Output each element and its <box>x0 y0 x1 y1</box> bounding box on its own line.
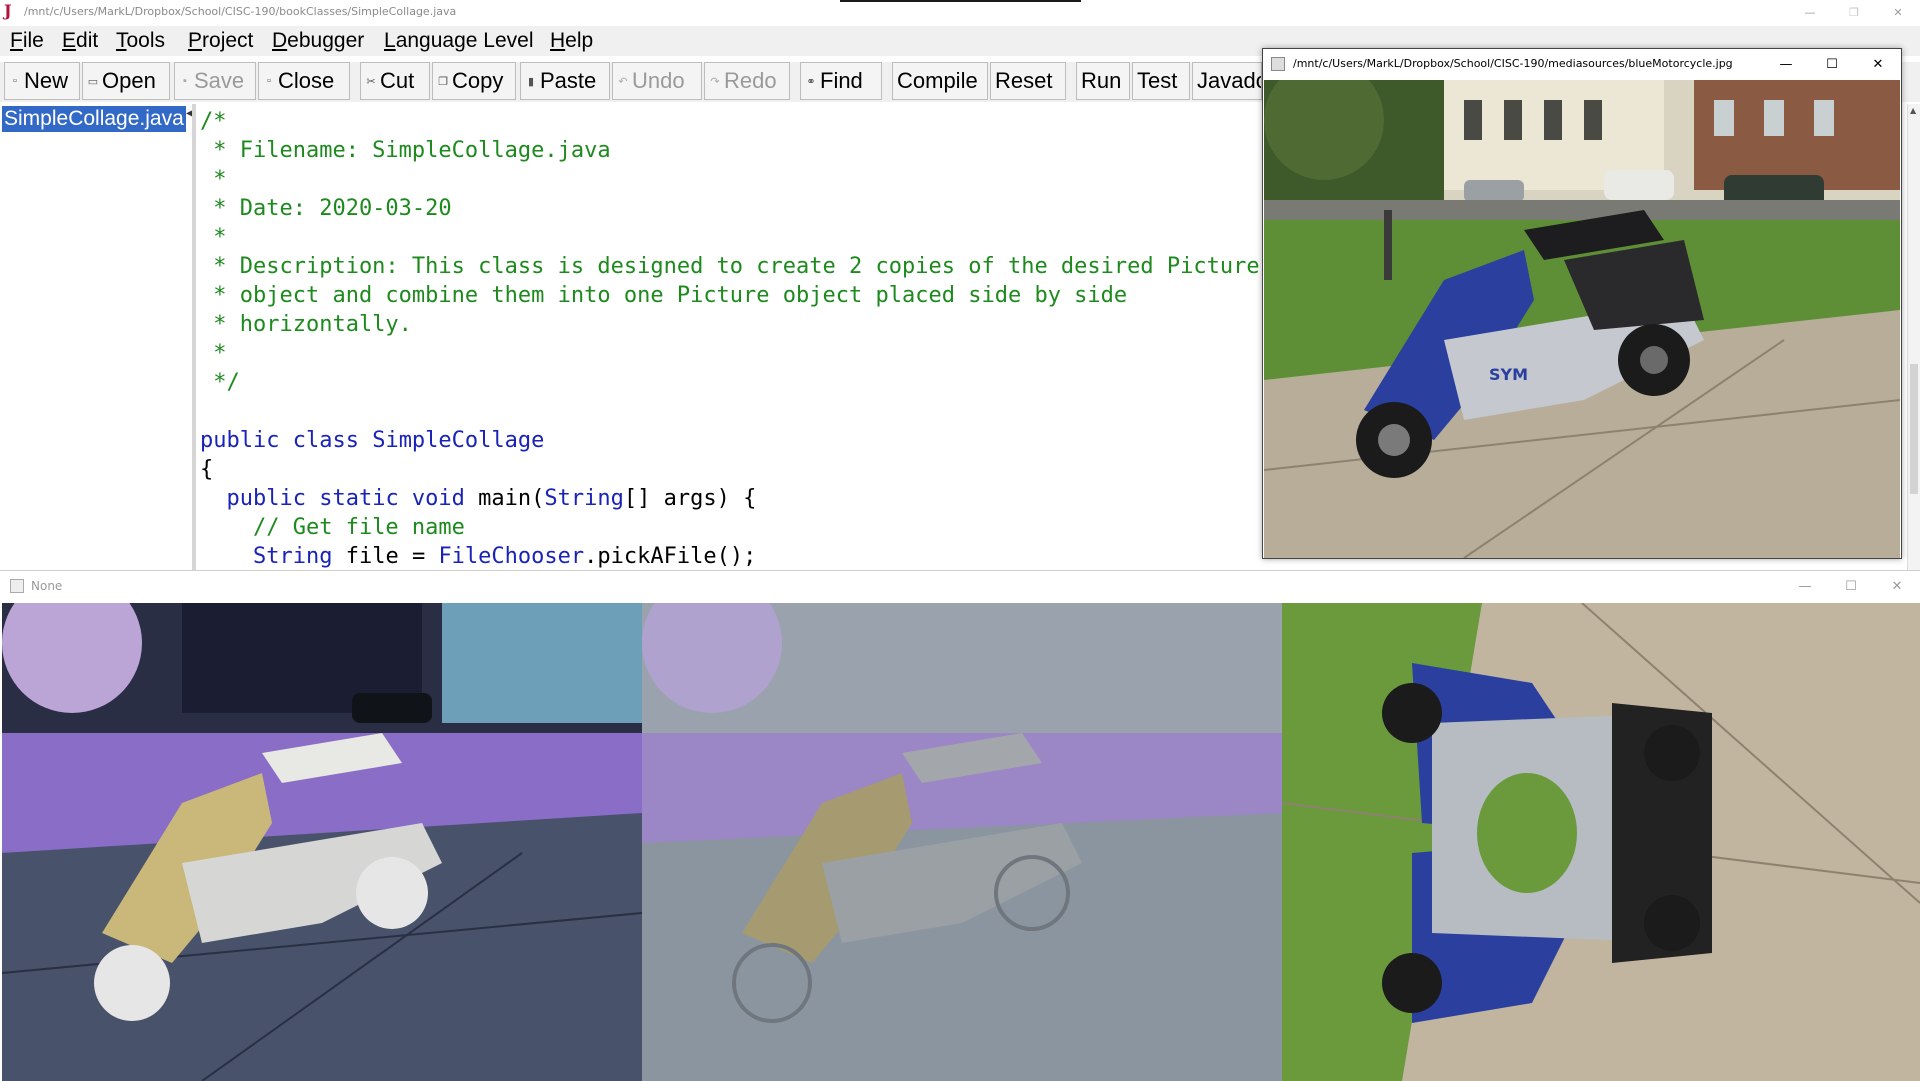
collage-maximize-button[interactable]: ☐ <box>1828 571 1874 601</box>
menu-edit[interactable]: Edit <box>62 29 98 53</box>
minimize-button[interactable]: — <box>1788 0 1832 24</box>
image-viewer-window: /mnt/c/Users/MarkL/Dropbox/School/CISC-1… <box>1262 48 1902 559</box>
close-file-icon: ▫ <box>267 75 271 87</box>
document-list: SimpleCollage.java <box>0 104 193 570</box>
copy-button[interactable]: ❐ Copy <box>432 62 516 100</box>
code-line: public static void main(String[] args) { <box>226 486 757 511</box>
scroll-up-icon[interactable]: ▲ <box>1910 106 1916 115</box>
restore-button[interactable]: ❐ <box>1832 0 1876 24</box>
cut-button[interactable]: ✂ Cut <box>360 62 430 100</box>
run-button[interactable]: Run <box>1076 62 1130 100</box>
code-line: */ <box>200 370 240 395</box>
menu-file[interactable]: File <box>10 29 44 53</box>
code-line: * <box>200 167 227 192</box>
open-button[interactable]: ▭ Open <box>82 62 170 100</box>
code-line: String file = FileChooser.pickAFile(); <box>252 544 757 569</box>
collage-titlebar: None — ☐ ✕ <box>0 571 1920 601</box>
open-folder-icon: ▭ <box>87 75 99 88</box>
viewer-close-button[interactable]: ✕ <box>1855 49 1901 79</box>
menu-help[interactable]: Help <box>550 29 593 53</box>
menu-language-level[interactable]: Language Level <box>384 29 533 53</box>
code-line: /* <box>200 109 227 134</box>
new-file-icon: ▫ <box>13 75 17 87</box>
code-line: * Filename: SimpleCollage.java <box>200 138 611 163</box>
close-button[interactable]: ✕ <box>1876 0 1920 24</box>
viewer-minimize-button[interactable]: — <box>1763 49 1809 79</box>
save-button[interactable]: ▪ Save <box>174 62 256 100</box>
binoculars-icon: ⚭ <box>806 75 816 88</box>
collage-window: None — ☐ ✕ <box>0 570 1920 1081</box>
java-window-icon <box>1271 57 1285 71</box>
menu-tools[interactable]: Tools <box>116 29 165 53</box>
code-line: * Description: This class is designed to… <box>200 254 1260 279</box>
paste-icon: ▮ <box>527 75 535 88</box>
save-icon: ▪ <box>183 75 187 87</box>
drjava-icon: J <box>4 1 12 20</box>
java-window-icon <box>10 579 24 593</box>
undo-button[interactable]: ↶ Undo <box>612 62 702 100</box>
code-line: * object and combine them into one Pictu… <box>200 283 1128 308</box>
scrollbar-thumb[interactable] <box>1910 364 1918 494</box>
document-item-simplecollage[interactable]: SimpleCollage.java <box>2 106 186 132</box>
compile-button[interactable]: Compile <box>892 62 988 100</box>
collage-close-button[interactable]: ✕ <box>1874 571 1920 601</box>
reset-button[interactable]: Reset <box>990 62 1066 100</box>
paste-button[interactable]: ▮ Paste <box>520 62 610 100</box>
negative-panel <box>2 603 642 1081</box>
motorcycle-photo: SYM <box>1264 80 1900 558</box>
photo-brand-text: SYM <box>1489 365 1528 384</box>
collage-title: None <box>31 579 63 593</box>
viewer-maximize-button[interactable]: ☐ <box>1809 49 1855 79</box>
javadoc-button[interactable]: Javadoc <box>1192 62 1262 100</box>
viewer-title: /mnt/c/Users/MarkL/Dropbox/School/CISC-1… <box>1293 57 1733 70</box>
scissors-icon: ✂ <box>366 75 376 88</box>
edge-detection-panel <box>642 603 1282 1081</box>
test-button[interactable]: Test <box>1132 62 1190 100</box>
code-line: * <box>200 341 227 366</box>
code-line: * Date: 2020-03-20 <box>200 196 452 221</box>
code-line: // Get file name <box>200 515 465 540</box>
new-button[interactable]: ▫ New <box>4 62 80 100</box>
ide-titlebar: J /mnt/c/Users/MarkL/Dropbox/School/CISC… <box>0 0 1920 24</box>
code-line: * horizontally. <box>200 312 412 337</box>
redo-button[interactable]: ↷ Redo <box>704 62 790 100</box>
code-line: * <box>200 225 227 250</box>
copy-icon: ❐ <box>438 75 448 88</box>
collage-minimize-button[interactable]: — <box>1782 571 1828 601</box>
editor-scrollbar[interactable]: ▲ <box>1907 104 1920 570</box>
viewer-titlebar: /mnt/c/Users/MarkL/Dropbox/School/CISC-1… <box>1263 49 1901 79</box>
menu-project[interactable]: Project <box>188 29 253 53</box>
find-button[interactable]: ⚭ Find <box>800 62 882 100</box>
mirrored-panel <box>1282 603 1920 1081</box>
code-line: { <box>200 457 214 482</box>
undo-icon: ↶ <box>618 75 628 88</box>
ide-title: /mnt/c/Users/MarkL/Dropbox/School/CISC-1… <box>24 5 457 18</box>
close-file-button[interactable]: ▫ Close <box>258 62 350 100</box>
redo-icon: ↷ <box>710 75 720 88</box>
menu-debugger[interactable]: Debugger <box>272 29 364 53</box>
code-line: public class SimpleCollage <box>200 428 545 453</box>
focus-indicator <box>840 0 1081 2</box>
